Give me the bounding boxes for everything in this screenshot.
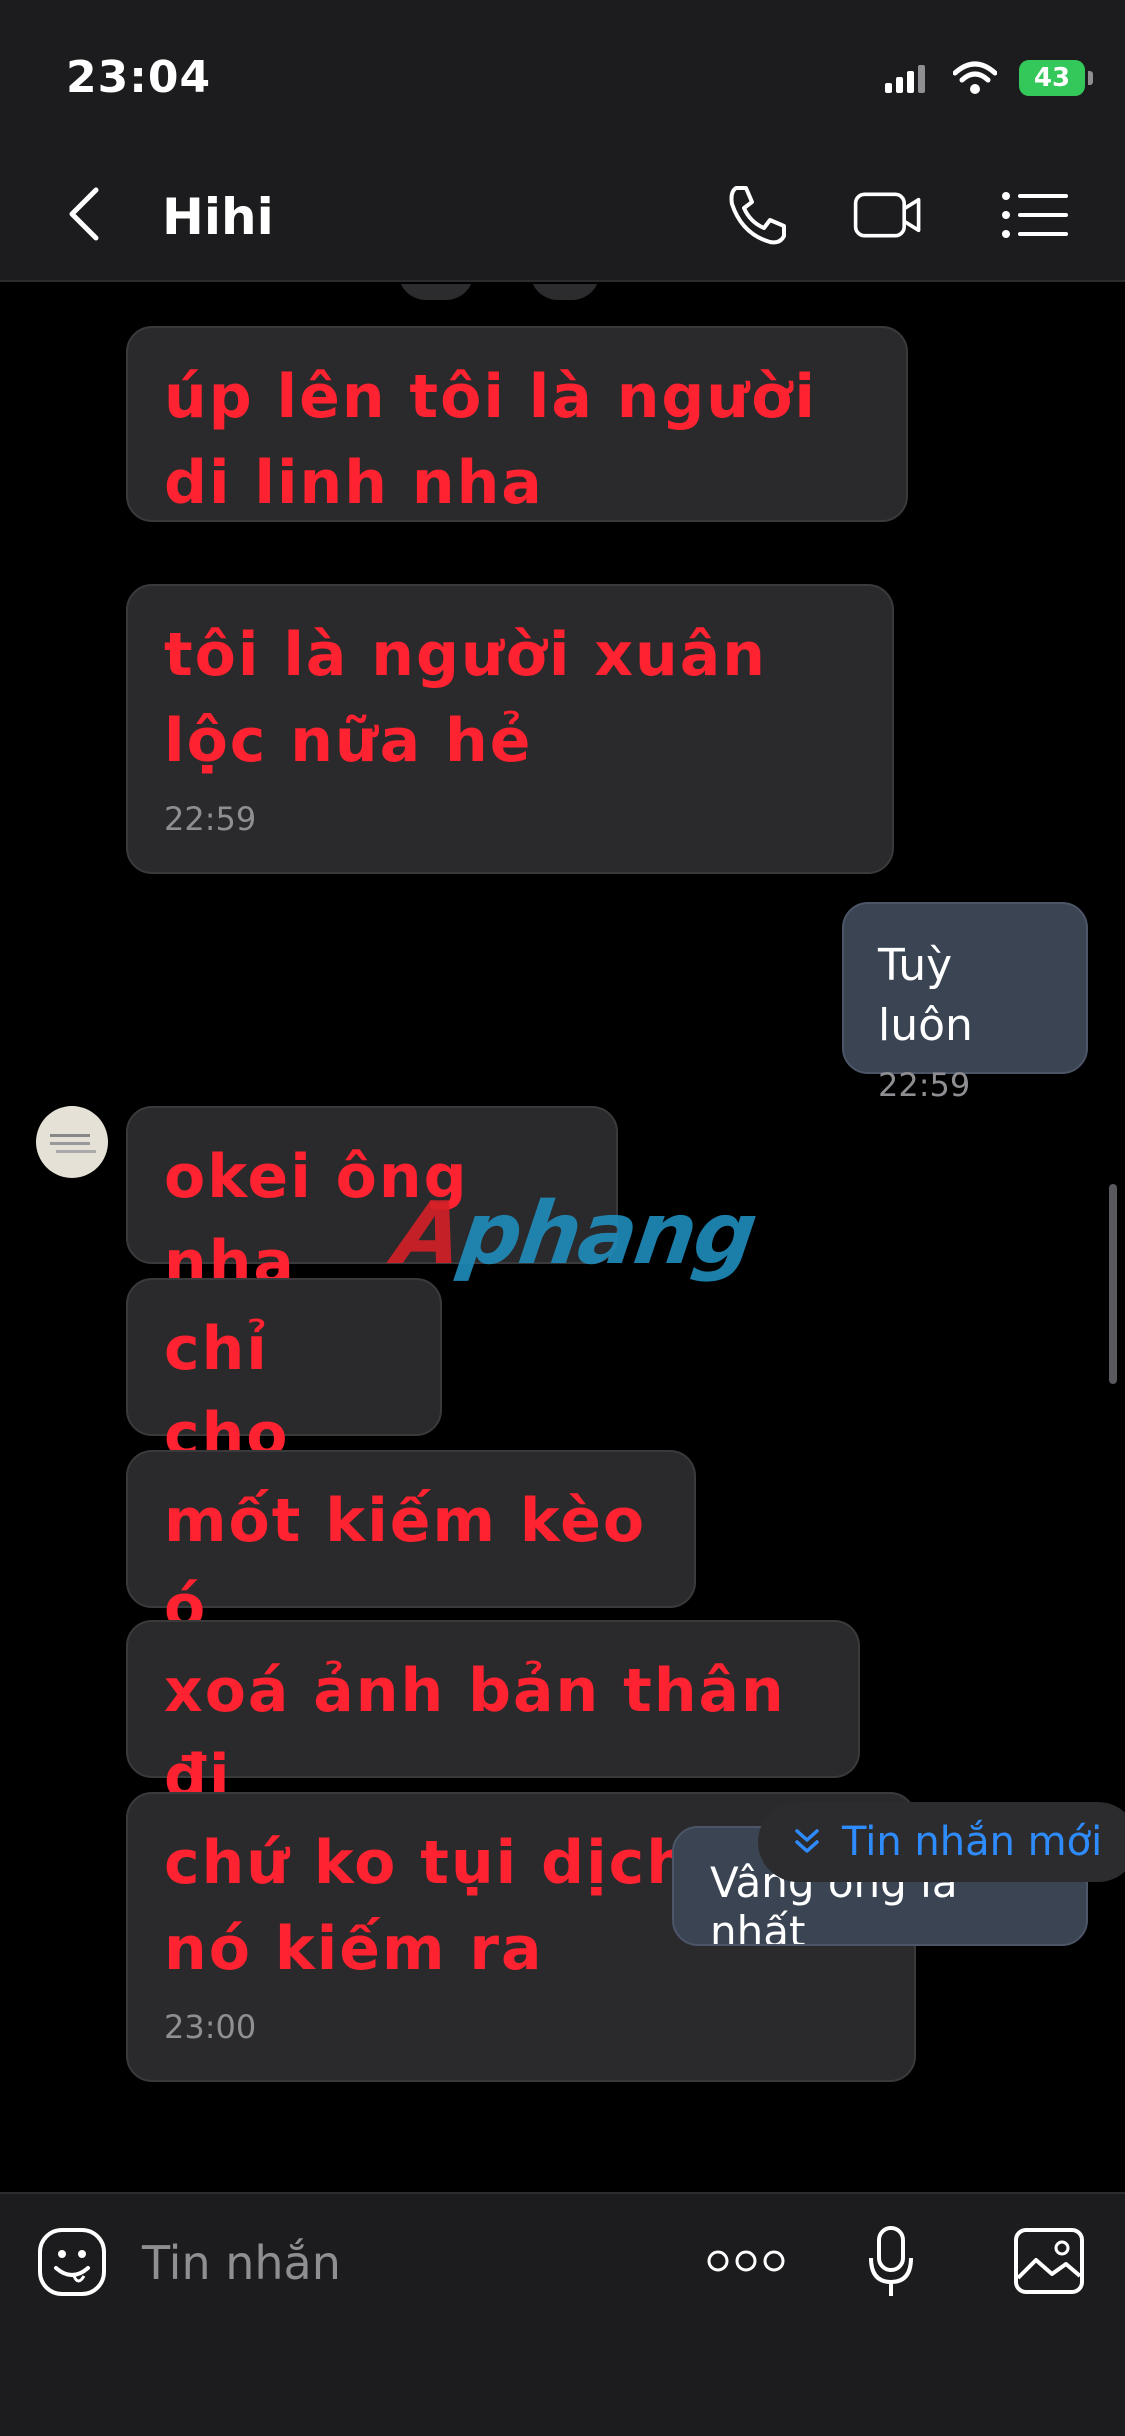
wifi-icon — [953, 61, 997, 94]
message-bubble[interactable]: tôi là người xuân lộc nữa hẻ 22:59 — [126, 584, 894, 874]
double-chevron-down-icon — [795, 1829, 819, 1853]
message-time: 23:00 — [164, 2008, 257, 2046]
reaction-badge[interactable] — [530, 284, 600, 300]
scrollbar[interactable] — [1109, 1184, 1117, 1384]
image-gallery-icon[interactable] — [1012, 2226, 1086, 2296]
new-messages-button[interactable]: Tin nhắn mới — [758, 1802, 1125, 1882]
sticker-emoji-icon[interactable] — [36, 2226, 108, 2298]
contact-avatar[interactable] — [36, 1106, 108, 1178]
video-call-icon[interactable] — [852, 182, 924, 248]
cellular-signal-icon — [885, 65, 925, 93]
top-bar: 23:04 43 Hihi — [0, 0, 1125, 282]
message-bubble[interactable]: xoá ảnh bản thân đi — [126, 1620, 860, 1812]
message-text: Tuỳ luôn — [878, 940, 973, 1051]
message-text: úp lên tôi là người di linh nha — [164, 362, 817, 518]
watermark-logo: Aphang — [388, 1184, 762, 1284]
new-messages-label: Tin nhắn mới — [842, 1819, 1103, 1865]
message-time: 22:59 — [878, 1066, 971, 1104]
phone-call-icon[interactable] — [722, 182, 794, 248]
reaction-badge[interactable] — [398, 284, 474, 300]
battery-indicator: 43 — [1019, 60, 1093, 96]
message-text: tôi là người xuân lộc nữa hẻ — [164, 620, 767, 776]
message-bubble[interactable]: mốt kiếm kèo ó — [126, 1450, 696, 1642]
status-icons: 43 — [885, 60, 1093, 96]
message-time: 22:59 — [164, 800, 257, 838]
message-bubble[interactable]: chỉ cho — [126, 1278, 442, 1470]
message-bubble[interactable]: úp lên tôi là người di linh nha — [126, 326, 908, 522]
chat-title[interactable]: Hihi — [162, 188, 274, 246]
outgoing-message-bubble[interactable]: Tuỳ luôn 22:59 — [842, 902, 1088, 1104]
microphone-icon[interactable] — [866, 2224, 916, 2300]
message-input-bar: Tin nhắn — [0, 2192, 1125, 2436]
more-options-icon[interactable] — [706, 2246, 786, 2276]
back-arrow-icon[interactable] — [64, 186, 104, 242]
status-time: 23:04 — [66, 52, 212, 103]
message-input[interactable]: Tin nhắn — [142, 2236, 341, 2290]
menu-list-icon[interactable] — [1000, 182, 1072, 248]
